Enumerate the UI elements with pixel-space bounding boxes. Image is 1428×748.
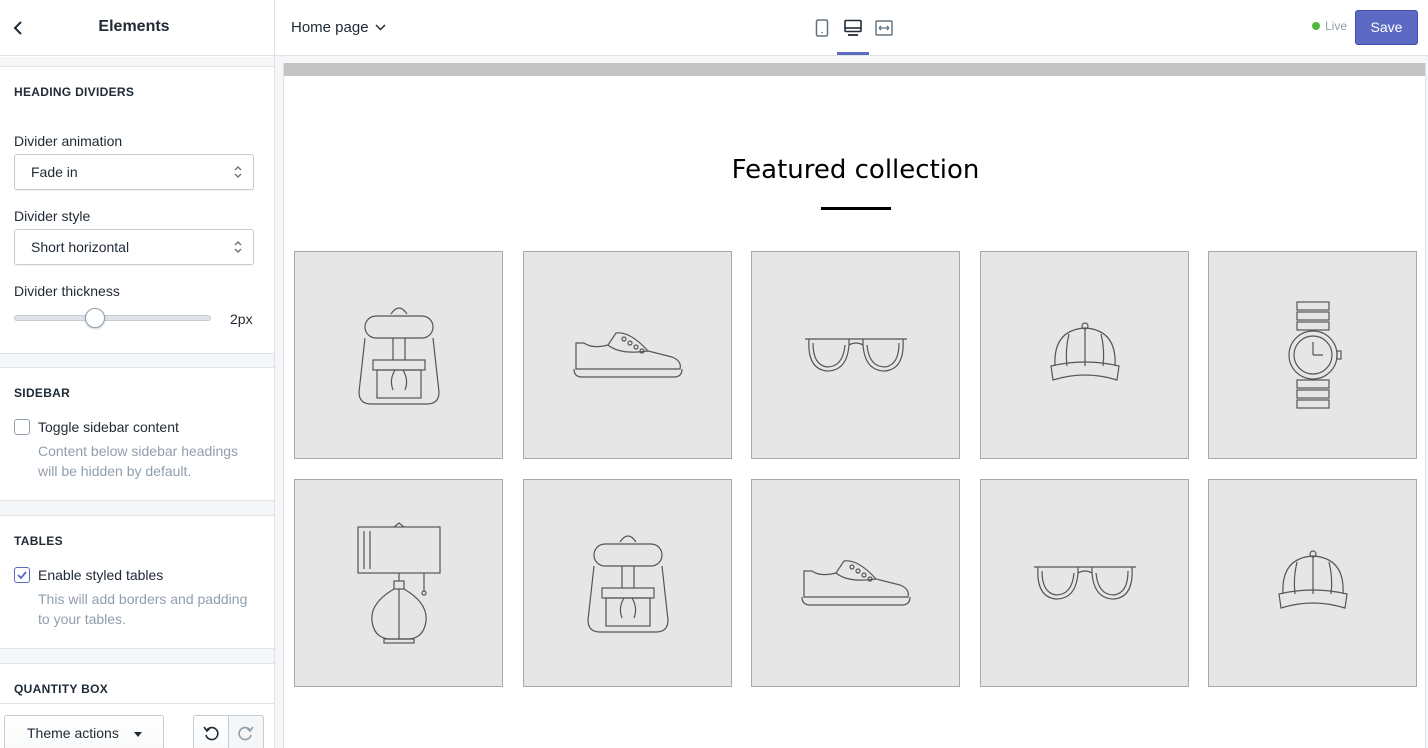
undo-icon [203,726,219,741]
undo-button[interactable] [193,715,229,748]
product-tile[interactable] [980,251,1189,459]
mobile-view-button[interactable] [810,16,834,40]
sunglasses-icon [1033,566,1136,600]
product-tile[interactable] [751,251,960,459]
cap-icon [1277,550,1348,609]
heading-dividers-section: HEADING DIVIDERS Divider animation Fade … [0,66,274,354]
theme-actions-label: Theme actions [27,725,119,741]
live-dot-icon [1312,22,1320,30]
divider-thickness-value: 2px [230,311,253,327]
select-value: Short horizontal [31,239,130,255]
backpack-icon [357,307,440,405]
enable-styled-tables-checkbox[interactable] [14,567,30,583]
save-button[interactable]: Save [1355,10,1418,45]
toggle-sidebar-help: Content below sidebar headings will be h… [38,443,239,479]
live-status: Live [1312,19,1347,33]
lamp-icon [356,522,441,644]
sidebar-header: Elements [0,0,274,56]
theme-actions-button[interactable]: Theme actions [4,715,164,748]
divider-thickness-slider[interactable] [14,315,211,321]
product-tile[interactable] [294,479,503,687]
redo-button[interactable] [228,715,264,748]
quantity-box-section: QUANTITY BOX [0,663,274,703]
desktop-icon [844,19,862,36]
sidebar-title: Elements [98,18,170,35]
caret-down-icon [134,732,142,737]
storefront-preview[interactable]: Featured collection [283,63,1426,748]
live-status-label: Live [1325,19,1348,33]
section-title: SIDEBAR [14,386,71,400]
product-tile[interactable] [294,251,503,459]
chevron-down-icon [375,23,386,31]
product-tile[interactable] [1208,251,1417,459]
divider-style-label: Divider style [14,208,91,224]
divider-animation-label: Divider animation [14,133,123,149]
product-tile[interactable] [523,479,732,687]
product-tile[interactable] [980,479,1189,687]
page-selector-label: Home page [291,18,369,36]
featured-collection-title: Featured collection [731,155,980,185]
page-selector[interactable]: Home page [291,16,386,38]
heading-divider [821,207,891,210]
mobile-icon [815,19,829,37]
toggle-sidebar-label[interactable]: Toggle sidebar content [38,419,179,435]
cap-icon [1049,322,1120,381]
sneaker-icon [572,332,683,378]
divider-thickness-label: Divider thickness [14,283,120,299]
section-title: HEADING DIVIDERS [14,85,135,99]
section-title: QUANTITY BOX [14,682,109,696]
divider-animation-select[interactable]: Fade in [14,154,254,190]
watch-icon [1287,301,1342,409]
fullscreen-icon [875,20,893,36]
theme-settings-sidebar: Elements HEADING DIVIDERS Divider animat… [0,0,275,748]
enable-styled-tables-help: This will add borders and padding to you… [38,591,248,627]
select-arrows-icon [234,241,242,253]
sidebar-section: SIDEBAR Toggle sidebar content Content b… [0,367,274,501]
active-device-indicator [837,52,869,55]
redo-icon [238,726,254,741]
sunglasses-icon [804,338,907,372]
tables-section: TABLES Enable styled tables This will ad… [0,515,274,649]
editor-topbar: Home page Live Save [275,0,1428,56]
toggle-sidebar-checkbox[interactable] [14,419,30,435]
divider-style-select[interactable]: Short horizontal [14,229,254,265]
product-tile[interactable] [751,479,960,687]
sneaker-icon [800,560,911,606]
section-title: TABLES [14,534,63,548]
sidebar-footer: Theme actions [0,703,274,748]
product-tile[interactable] [523,251,732,459]
settings-scroll-area[interactable]: HEADING DIVIDERS Divider animation Fade … [0,57,274,703]
desktop-view-button[interactable] [841,16,865,40]
checkmark-icon [17,571,27,580]
preview-top-strip [284,63,1425,76]
slider-handle[interactable] [84,308,105,328]
select-value: Fade in [31,164,78,180]
fullscreen-view-button[interactable] [872,16,896,40]
backpack-icon [586,535,669,633]
select-arrows-icon [234,166,242,178]
enable-styled-tables-label[interactable]: Enable styled tables [38,567,163,583]
product-tile[interactable] [1208,479,1417,687]
